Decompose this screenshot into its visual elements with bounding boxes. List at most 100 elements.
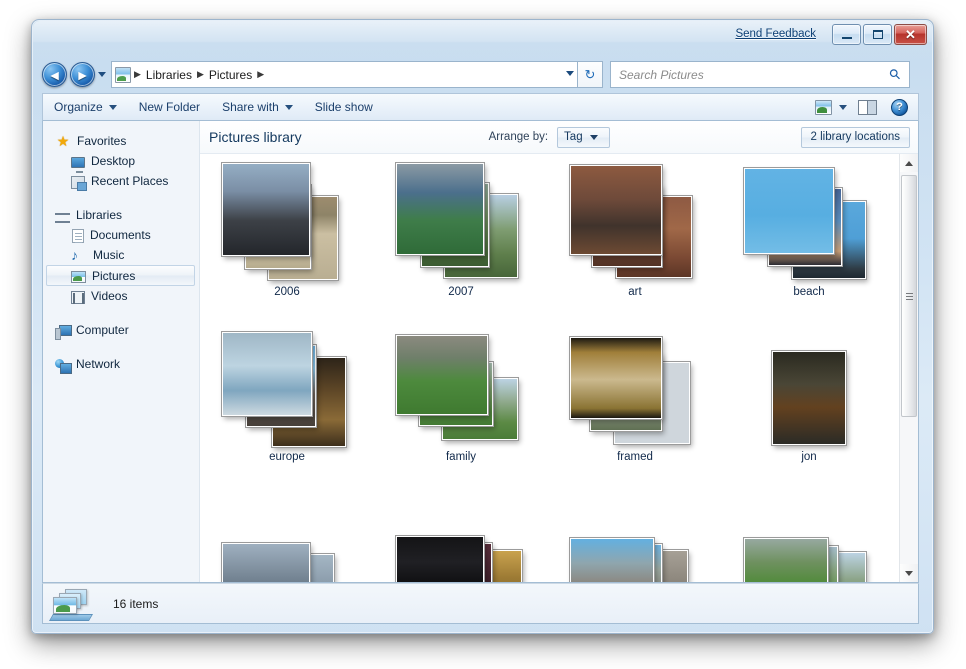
breadcrumb-separator-0[interactable]: ▶ (133, 69, 142, 80)
photo-stack (222, 158, 352, 282)
help-icon[interactable]: ? (891, 99, 908, 116)
back-button[interactable]: ◄ (42, 62, 67, 87)
sidebar-item-favorites[interactable]: ★ Favorites (43, 131, 199, 151)
breadcrumb[interactable]: ▶ Libraries ▶ Pictures ▶ (111, 61, 577, 88)
photo-stack (396, 323, 526, 447)
new-folder-button[interactable]: New Folder (128, 94, 211, 120)
list-item[interactable] (374, 488, 548, 582)
maximize-button[interactable] (863, 24, 892, 45)
status-icon-pane-3 (53, 597, 77, 614)
scroll-down-button[interactable] (900, 564, 918, 582)
preview-pane-toggle-icon[interactable] (858, 100, 877, 115)
minimize-button[interactable] (832, 24, 861, 45)
scrollbar-grip-icon (906, 293, 913, 300)
list-item[interactable]: 2006 (200, 158, 374, 323)
photo-stack (396, 488, 526, 582)
list-item[interactable]: jon (722, 323, 896, 488)
photo-thumbnail (396, 163, 484, 255)
list-item[interactable]: art (548, 158, 722, 323)
list-item[interactable] (548, 488, 722, 582)
list-item[interactable]: europe (200, 323, 374, 488)
photo-image (745, 169, 833, 253)
photo-image (397, 537, 483, 582)
sidebar-item-computer[interactable]: Computer (43, 320, 199, 340)
breadcrumb-item-libraries[interactable]: Libraries (142, 68, 196, 82)
title-bar: Send Feedback ✕ (32, 20, 933, 60)
photo-thumbnail (222, 163, 310, 256)
photo-thumbnail (222, 543, 310, 582)
nav-group-computer: Computer (43, 320, 199, 340)
sidebar-label-desktop: Desktop (91, 154, 135, 168)
list-item-label: art (628, 286, 641, 298)
list-item[interactable] (722, 488, 896, 582)
item-count-label: 16 items (113, 597, 158, 611)
refresh-button[interactable]: ↻ (577, 61, 603, 88)
vertical-scrollbar[interactable] (899, 154, 918, 582)
list-item-label: europe (269, 451, 305, 463)
library-header-bar: Pictures library Arrange by: Tag 2 libra… (200, 121, 918, 154)
sidebar-item-videos[interactable]: Videos (43, 286, 199, 306)
scrollbar-thumb[interactable] (901, 175, 917, 417)
scroll-up-button[interactable] (900, 154, 918, 172)
list-item[interactable]: family (374, 323, 548, 488)
list-item[interactable]: 2007 (374, 158, 548, 323)
forward-button[interactable]: ► (70, 62, 95, 87)
desktop-icon (71, 157, 85, 168)
items-grid: 2006 2007 art beach europe family framed jon (200, 154, 899, 582)
sidebar-item-libraries[interactable]: Libraries (43, 205, 199, 225)
sidebar-item-recent-places[interactable]: Recent Places (43, 171, 199, 191)
sidebar-item-music[interactable]: ♪ Music (43, 245, 199, 265)
sidebar-label-documents: Documents (90, 228, 151, 242)
items-scroll-area[interactable]: 2006 2007 art beach europe family framed jon (200, 154, 899, 582)
list-item-label: family (446, 451, 476, 463)
chevron-down-icon (285, 105, 293, 110)
arrange-by-select[interactable]: Tag (557, 127, 610, 148)
photo-stack (570, 158, 700, 282)
breadcrumb-separator-2[interactable]: ▶ (256, 69, 265, 80)
photo-thumbnail (570, 337, 662, 419)
list-item[interactable] (200, 488, 374, 582)
photo-image (223, 544, 309, 582)
photo-thumbnail (570, 165, 662, 255)
slide-show-button[interactable]: Slide show (304, 94, 384, 120)
library-locations-button[interactable]: 2 library locations (801, 127, 910, 148)
close-button[interactable]: ✕ (894, 24, 927, 45)
breadcrumb-item-pictures[interactable]: Pictures (205, 68, 256, 82)
sidebar-item-pictures[interactable]: Pictures (46, 265, 195, 286)
sidebar-item-network[interactable]: Network (43, 354, 199, 374)
photo-stack (570, 323, 700, 447)
sidebar-label-recent-places: Recent Places (91, 174, 168, 188)
recent-pages-dropdown-icon[interactable] (98, 72, 106, 77)
search-input[interactable]: Search Pictures ⚲ (610, 61, 910, 88)
photo-stack (570, 488, 700, 582)
photo-thumbnail (772, 351, 846, 445)
change-view-dropdown-icon[interactable] (839, 105, 847, 110)
photo-stack (744, 158, 874, 282)
maximize-icon (873, 30, 883, 39)
status-icon-base (49, 614, 93, 621)
refresh-icon: ↻ (585, 67, 596, 83)
star-icon: ★ (55, 133, 71, 149)
photo-image (397, 336, 487, 414)
share-with-button[interactable]: Share with (211, 94, 304, 120)
sidebar-item-desktop[interactable]: Desktop (43, 151, 199, 171)
photo-image (571, 539, 653, 582)
help-glyph: ? (896, 101, 903, 113)
change-view-icon[interactable] (815, 100, 832, 115)
sidebar-item-documents[interactable]: Documents (43, 225, 199, 245)
send-feedback-link[interactable]: Send Feedback (735, 28, 816, 40)
content-frame: ★ Favorites Desktop Recent Places Librar… (42, 121, 919, 583)
breadcrumb-separator-1[interactable]: ▶ (196, 69, 205, 80)
sidebar-label-network: Network (76, 357, 120, 371)
list-item[interactable]: beach (722, 158, 896, 323)
navigation-pane[interactable]: ★ Favorites Desktop Recent Places Librar… (43, 121, 200, 582)
photo-image (397, 164, 483, 254)
list-item[interactable]: framed (548, 323, 722, 488)
address-dropdown-icon[interactable] (566, 71, 574, 76)
back-arrow-icon: ◄ (48, 68, 62, 82)
list-item-label: 2007 (448, 286, 474, 298)
list-item-label: jon (801, 451, 816, 463)
list-item-label: framed (617, 451, 653, 463)
sidebar-label-music: Music (93, 248, 124, 262)
organize-button[interactable]: Organize (43, 94, 128, 120)
